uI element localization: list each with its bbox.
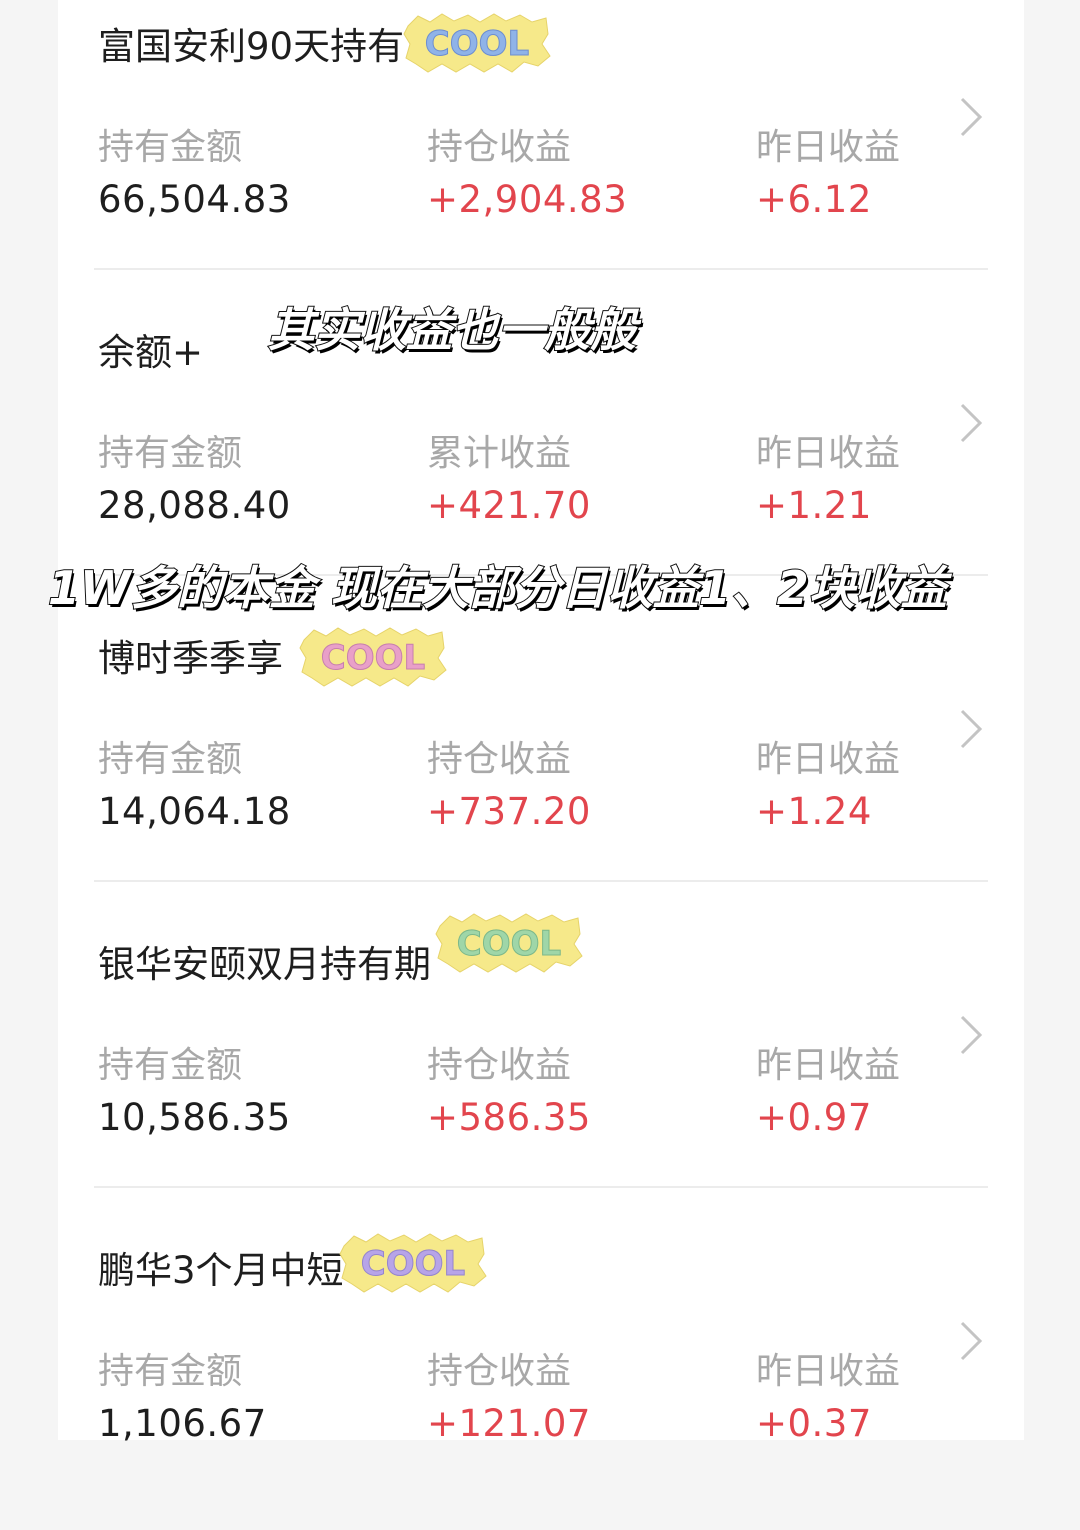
yesterday-income-value: +0.37 <box>756 1402 872 1445</box>
fund-name: 博时季季享 <box>98 637 283 680</box>
yesterday-income-label: 昨日收益 <box>756 1045 901 1086</box>
divider <box>94 880 988 882</box>
fund-name: 余额+ <box>98 331 204 374</box>
sticker-text: COOL <box>425 24 529 64</box>
cumulative-income-label: 累计收益 <box>427 433 572 474</box>
holding-amount-label: 持有金额 <box>98 127 243 168</box>
fund-name: 鹏华3个月中短 <box>98 1249 344 1292</box>
holding-amount-value: 14,064.18 <box>98 790 291 833</box>
chevron-right-icon[interactable] <box>954 95 988 139</box>
chevron-right-icon[interactable] <box>954 401 988 445</box>
caption-middle: 1W多的本金 现在大部分日收益1、2块收益 <box>47 560 948 616</box>
holding-amount-label: 持有金额 <box>98 739 243 780</box>
yesterday-income-value: +1.24 <box>756 790 872 833</box>
cumulative-income-value: +421.70 <box>427 484 591 527</box>
yesterday-income-label: 昨日收益 <box>756 1351 901 1392</box>
fund-row[interactable]: 鹏华3个月中短 持有金额 持仓收益 昨日收益 1,106.67 +121.07 … <box>58 1224 1024 1530</box>
cool-sticker: COOL <box>435 913 583 973</box>
yesterday-income-label: 昨日收益 <box>756 433 901 474</box>
chevron-right-icon[interactable] <box>954 707 988 751</box>
yesterday-income-value: +6.12 <box>756 178 872 221</box>
holding-amount-label: 持有金额 <box>98 1351 243 1392</box>
yesterday-income-label: 昨日收益 <box>756 739 901 780</box>
holdings-list: 富国安利90天持有 持有金额 持仓收益 昨日收益 66,504.83 +2,90… <box>58 0 1024 1445</box>
position-income-label: 持仓收益 <box>427 739 572 780</box>
position-income-value: +2,904.83 <box>427 178 628 221</box>
caption-top: 其实收益也一般般 <box>267 302 637 358</box>
holding-amount-value: 66,504.83 <box>98 178 291 221</box>
position-income-value: +737.20 <box>427 790 591 833</box>
yesterday-income-label: 昨日收益 <box>756 127 901 168</box>
position-income-value: +586.35 <box>427 1096 591 1139</box>
fund-row[interactable]: 博时季季享 持有金额 持仓收益 昨日收益 14,064.18 +737.20 +… <box>58 612 1024 918</box>
cool-sticker: COOL <box>403 13 551 73</box>
fund-name: 富国安利90天持有 <box>98 25 405 68</box>
position-income-value: +121.07 <box>427 1402 591 1445</box>
divider <box>94 268 988 270</box>
cool-sticker: COOL <box>299 627 447 687</box>
position-income-label: 持仓收益 <box>427 127 572 168</box>
sticker-text: COOL <box>457 924 561 964</box>
sticker-text: COOL <box>321 638 425 678</box>
holding-amount-value: 1,106.67 <box>98 1402 267 1445</box>
divider <box>94 1186 988 1188</box>
fund-name: 银华安颐双月持有期 <box>98 943 431 986</box>
sticker-text: COOL <box>361 1244 465 1284</box>
yesterday-income-value: +1.21 <box>756 484 872 527</box>
yesterday-income-value: +0.97 <box>756 1096 872 1139</box>
position-income-label: 持仓收益 <box>427 1351 572 1392</box>
chevron-right-icon[interactable] <box>954 1319 988 1363</box>
holding-amount-label: 持有金额 <box>98 1045 243 1086</box>
holding-amount-value: 28,088.40 <box>98 484 291 527</box>
chevron-right-icon[interactable] <box>954 1013 988 1057</box>
position-income-label: 持仓收益 <box>427 1045 572 1086</box>
cool-sticker: COOL <box>339 1233 487 1293</box>
holding-amount-value: 10,586.35 <box>98 1096 291 1139</box>
holding-amount-label: 持有金额 <box>98 433 243 474</box>
